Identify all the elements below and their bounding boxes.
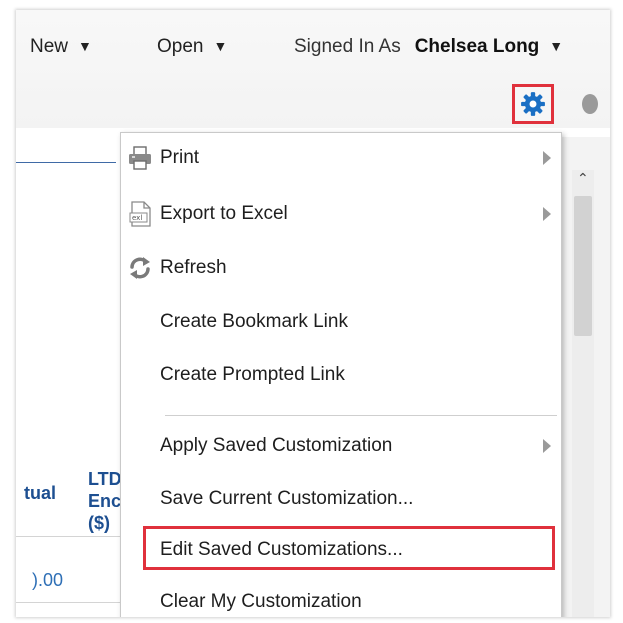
row-divider (16, 536, 121, 537)
open-menu-button[interactable]: Open ▼ (157, 36, 227, 58)
scrollbar-thumb[interactable] (574, 196, 592, 336)
page-options-menu: Print exl Export to Excel Refresh Create… (120, 132, 562, 617)
submenu-arrow-icon (543, 207, 551, 221)
callout-highlight-box (143, 526, 555, 570)
menu-item-label: Save Current Customization... (160, 488, 414, 509)
menu-item-label: Apply Saved Customization (160, 435, 393, 456)
excel-icon: exl (129, 201, 151, 227)
user-menu-button[interactable]: Signed In As Chelsea Long ▼ (294, 36, 563, 58)
submenu-arrow-icon (543, 439, 551, 453)
column-header-ltd-enc[interactable]: LTD Enc ($) (88, 468, 122, 534)
refresh-icon (130, 257, 150, 279)
header-toolbar: New ▼ Open ▼ Signed In As Chelsea Long ▼ (16, 10, 610, 128)
row-divider (16, 602, 121, 603)
column-header-line: LTD (88, 469, 122, 489)
menu-item-create-prompted-link[interactable]: Create Prompted Link (121, 350, 561, 402)
svg-text:exl: exl (132, 214, 142, 222)
menu-item-clear-my-customization[interactable]: Clear My Customization (121, 577, 561, 617)
menu-item-label: Clear My Customization (160, 591, 362, 612)
report-table: tual LTD Enc ($) ).00 (16, 442, 122, 617)
section-divider (16, 162, 116, 163)
menu-item-label: Refresh (160, 257, 227, 278)
user-name: Chelsea Long (414, 36, 540, 57)
app-window: New ▼ Open ▼ Signed In As Chelsea Long ▼ (16, 10, 610, 617)
submenu-arrow-icon (543, 151, 551, 165)
open-menu-label: Open (157, 36, 204, 57)
caret-down-icon: ▼ (549, 38, 564, 54)
menu-item-save-current-customization[interactable]: Save Current Customization... (121, 474, 561, 526)
gear-icon (521, 92, 545, 116)
new-menu-button[interactable]: New ▼ (30, 36, 92, 58)
menu-item-print[interactable]: Print (121, 133, 561, 185)
column-header-actual[interactable]: tual (24, 482, 56, 504)
printer-icon (129, 146, 151, 170)
column-header-line: Enc (88, 491, 122, 511)
new-menu-label: New (30, 36, 69, 57)
menu-item-label: Create Bookmark Link (160, 311, 348, 332)
menu-separator (165, 415, 557, 416)
menu-item-apply-saved-customization[interactable]: Apply Saved Customization (121, 421, 561, 473)
column-header-line: ($) (88, 513, 110, 533)
menu-item-label: Export to Excel (160, 203, 288, 224)
menu-item-label: Create Prompted Link (160, 364, 345, 385)
menu-item-create-bookmark-link[interactable]: Create Bookmark Link (121, 297, 561, 349)
caret-down-icon: ▼ (213, 38, 228, 54)
help-icon[interactable] (582, 94, 598, 114)
caret-down-icon: ▼ (78, 38, 92, 54)
menu-item-refresh[interactable]: Refresh (121, 243, 561, 295)
page-options-gear-button[interactable] (512, 84, 554, 124)
scroll-up-arrow-icon[interactable]: ⌃ (577, 170, 589, 187)
menu-item-export-to-excel[interactable]: exl Export to Excel (121, 189, 561, 241)
menu-item-label: Print (160, 147, 200, 168)
signed-in-label: Signed In As (294, 36, 401, 57)
table-cell-value[interactable]: ).00 (32, 570, 63, 591)
